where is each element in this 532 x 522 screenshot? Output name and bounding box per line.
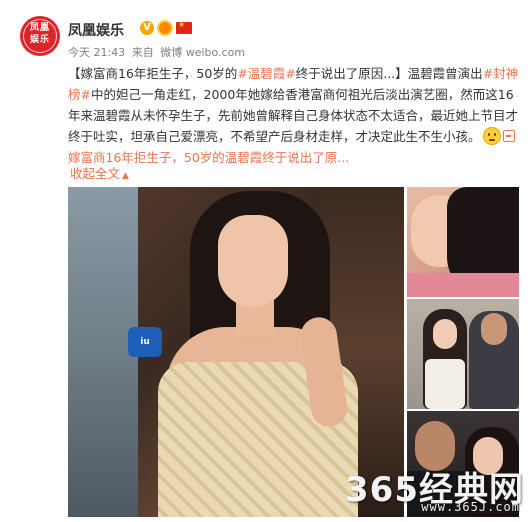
- post-title-close: 终于说出了原因...】温碧霞曾演出: [295, 66, 483, 81]
- hashtag-wen-bixia[interactable]: #温碧霞#: [237, 66, 295, 81]
- thumbnail-2-man-face: [481, 313, 507, 345]
- post-source[interactable]: 微博 weibo.com: [160, 46, 245, 59]
- china-flag-icon[interactable]: [176, 20, 192, 34]
- verified-badge-icon[interactable]: V: [140, 21, 154, 35]
- thumbnail-1-top: [407, 273, 519, 297]
- post-body-text: 中的妲己一角走红，2000年她嫁给香港富商何祖光后淡出演艺圈，然而这16年来温碧…: [68, 87, 519, 144]
- photo-thumbnail-2[interactable]: [407, 299, 519, 409]
- avatar-logo-top: 凤凰: [29, 23, 50, 33]
- photo-main-face: [218, 215, 288, 307]
- post-time[interactable]: 今天 21:43: [68, 46, 125, 59]
- account-name[interactable]: 凤凰娱乐: [68, 20, 124, 40]
- account-badges: V: [140, 19, 192, 37]
- photo-main[interactable]: iu: [68, 187, 404, 517]
- photo-thumbnail-1[interactable]: [407, 187, 519, 297]
- photo-main-wristband: iu: [128, 327, 162, 357]
- post-text: 【嫁富商16年拒生子，50岁的#温碧霞#终于说出了原因...】温碧霞曾演出#封神…: [68, 63, 520, 168]
- thumbnail-3-woman-face: [473, 437, 503, 475]
- thumbnail-2-dress: [425, 359, 465, 409]
- medal-icon[interactable]: [157, 20, 173, 36]
- post-meta: 今天 21:43 来自 微博 weibo.com: [68, 44, 248, 60]
- collapse-label: 收起全文: [70, 166, 121, 181]
- collapse-button[interactable]: 收起全文 ▲: [70, 163, 129, 182]
- thumbnail-3-man-face: [415, 421, 455, 471]
- avatar-logo-bottom: 娱乐: [29, 35, 50, 45]
- post-header: 凤凰 娱乐 凤凰娱乐 V 今天 21:43 来自 微博 weibo.com: [12, 8, 520, 60]
- photo-thumbnail-3[interactable]: [407, 411, 519, 517]
- thumbnail-2-woman-face: [433, 319, 457, 349]
- thinking-emoji-icon: [482, 127, 501, 145]
- from-label: 来自: [131, 46, 154, 59]
- post-title-open: 【嫁富商16年拒生子，50岁的: [68, 66, 238, 81]
- collapse-caret-icon: ▲: [122, 171, 129, 181]
- thumbnail-3-suit: [407, 471, 467, 517]
- avatar[interactable]: 凤凰 娱乐: [20, 16, 60, 56]
- link-icon: [502, 130, 515, 142]
